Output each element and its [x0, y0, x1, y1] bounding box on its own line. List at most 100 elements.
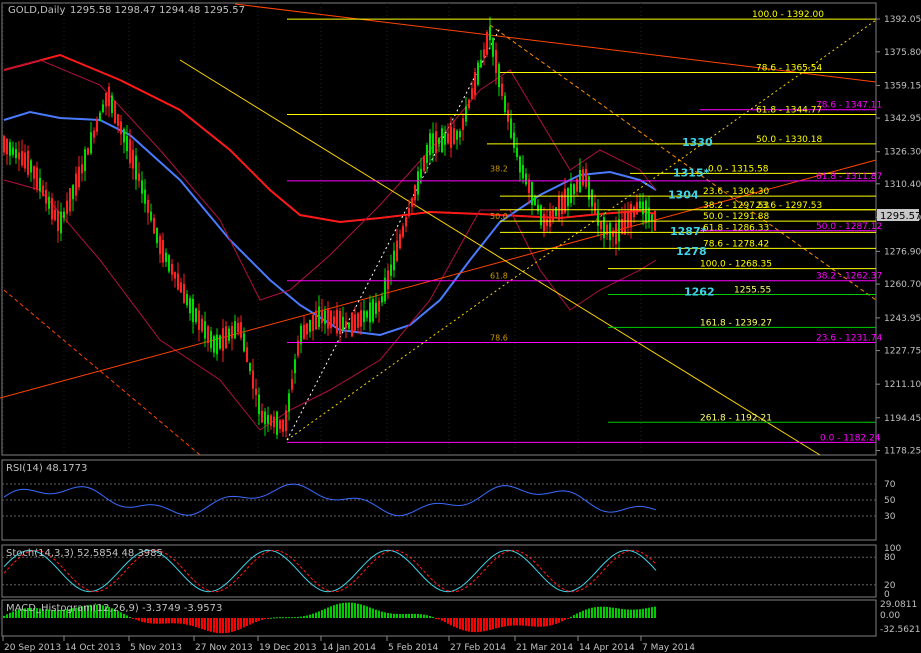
macd-bar	[552, 618, 554, 625]
candle-body	[57, 210, 59, 231]
candle-body	[501, 83, 503, 96]
price-tick-label: 1243.95	[884, 314, 921, 324]
candle-body	[333, 316, 335, 325]
macd-bar	[585, 609, 587, 618]
price-tick-label: 1375.80	[884, 48, 921, 58]
candle-body	[615, 223, 617, 245]
candle-body	[204, 321, 206, 339]
candle-body	[474, 72, 476, 96]
macd-bar	[612, 607, 614, 618]
candle-body	[513, 132, 515, 148]
candle-body	[243, 333, 245, 352]
time-tick-label: 27 Feb 2014	[450, 643, 506, 653]
macd-bar	[243, 618, 245, 628]
macd-bar	[372, 608, 374, 618]
candle-body	[618, 219, 620, 242]
macd-bar	[504, 618, 506, 627]
macd-bar	[639, 609, 641, 618]
macd-bar	[477, 618, 479, 633]
fib-level-label: 38.2 - 1297.53	[703, 201, 769, 211]
macd-bar	[192, 618, 194, 627]
candle-body	[213, 336, 215, 353]
candle-body	[246, 347, 248, 363]
candle-body	[549, 210, 551, 227]
candle-body	[225, 326, 227, 349]
macd-bar	[3, 615, 5, 618]
macd-bar	[576, 613, 578, 618]
candle-body	[93, 130, 95, 138]
candle-body	[63, 211, 65, 219]
candle-body	[612, 230, 614, 237]
macd-bar	[129, 616, 131, 618]
macd-bar	[579, 612, 581, 618]
candle-body	[630, 203, 632, 228]
candle-body	[240, 322, 242, 338]
macd-bar	[330, 606, 332, 618]
macd-bar	[303, 616, 305, 618]
macd-bar	[291, 617, 293, 619]
rsi-axis: 70 50 30	[884, 480, 896, 522]
price-tick-label: 1276.90	[884, 247, 921, 257]
candle-body	[339, 310, 341, 335]
candle-body	[60, 211, 62, 234]
candle-body	[189, 298, 191, 314]
fib-level-label: 100.0 - 1392.00	[752, 10, 824, 20]
macd-bar	[615, 608, 617, 618]
candle-body	[228, 328, 230, 341]
candle-body	[3, 136, 5, 153]
fib-level-label: 61.8 - 1286.33	[703, 223, 769, 233]
macd-bar	[324, 608, 326, 618]
macd-bar	[318, 611, 320, 618]
macd-bar	[138, 618, 140, 621]
candle-body	[399, 234, 401, 249]
macd-bar	[342, 602, 344, 618]
macd-bar	[459, 618, 461, 630]
macd-bar	[603, 606, 605, 618]
candle-body	[273, 416, 275, 428]
rsi-tick-label: 70	[884, 480, 896, 490]
macd-bar	[405, 613, 407, 618]
macd-bar	[177, 618, 179, 624]
macd-bar	[432, 616, 434, 618]
macd-bar	[384, 612, 386, 618]
candle-body	[378, 301, 380, 312]
candle-body	[561, 194, 563, 214]
macd-bar	[450, 618, 452, 626]
candle-body	[288, 393, 290, 412]
candle-body	[309, 319, 311, 332]
key-level-label: 1315*	[673, 167, 710, 180]
candle-body	[132, 149, 134, 169]
macd-bar	[393, 613, 395, 618]
macd-bar	[216, 618, 218, 633]
macd-bar	[483, 618, 485, 632]
candle-body	[600, 222, 602, 230]
macd-bar	[645, 608, 647, 618]
macd-bar	[135, 618, 137, 620]
macd-bar	[591, 607, 593, 618]
candle-body	[171, 264, 173, 275]
candle-body	[540, 205, 542, 226]
candle-body	[393, 250, 395, 271]
macd-bar	[627, 609, 629, 618]
macd-bar	[516, 618, 518, 626]
candle-body	[519, 156, 521, 173]
macd-bar	[624, 609, 626, 618]
trading-chart[interactable]: 100.0 - 1392.00 78.6 - 1365.54 78.6 - 1347…	[0, 0, 921, 653]
candle-body	[531, 181, 533, 205]
candle-body	[54, 209, 56, 221]
key-level-label: 1278	[676, 245, 707, 258]
candle-body	[483, 49, 485, 58]
macd-bar	[273, 617, 275, 619]
candle-body	[555, 207, 557, 216]
candle-body	[222, 328, 224, 351]
macd-bar	[345, 602, 347, 618]
candle-body	[48, 196, 50, 209]
price-tick-label: 1310.40	[884, 180, 921, 190]
macd-bar	[252, 618, 254, 624]
macd-bar	[351, 602, 353, 618]
candle-body	[429, 133, 431, 156]
macd-bar	[402, 614, 404, 618]
macd-bar	[162, 618, 164, 624]
macd-bar	[465, 618, 467, 632]
price-tick-label: 1326.30	[884, 148, 921, 158]
